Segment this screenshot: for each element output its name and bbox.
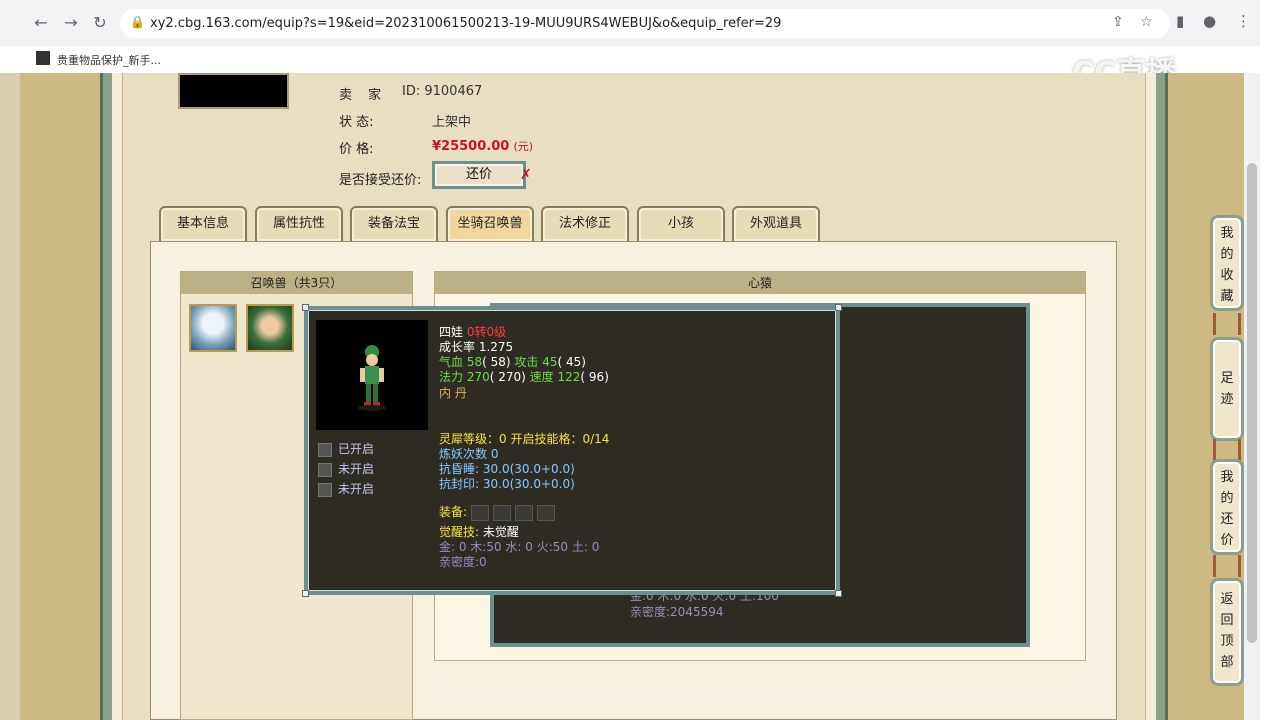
- equip-slot-icon[interactable]: [514, 504, 533, 521]
- tab-attributes[interactable]: 属性抗性: [255, 206, 343, 241]
- resist-seal: 抗封印: 30.0(30.0+0.0): [439, 477, 575, 491]
- corner-ornament: [835, 304, 842, 311]
- mp-spd-row: 法力 270( 270) 速度 122( 96): [439, 370, 609, 384]
- side-nav-separator: [1213, 555, 1241, 577]
- skill-slot-row: 已开启: [318, 440, 374, 457]
- url-text[interactable]: xy2.cbg.163.com/equip?s=19&eid=202310061…: [150, 16, 781, 31]
- background-intimacy: 亲密度:2045594: [630, 605, 724, 619]
- cursor-marker-icon: ✗: [520, 167, 532, 183]
- intimacy-row: 亲密度:0: [439, 555, 487, 569]
- forward-icon[interactable]: →: [60, 12, 82, 34]
- corner-ornament: [302, 304, 309, 311]
- equip-slot-icon[interactable]: [492, 504, 511, 521]
- summon-avatar[interactable]: [189, 304, 237, 352]
- footprints-button[interactable]: 足迹: [1210, 337, 1244, 441]
- skill-slot-row: 未开启: [318, 480, 374, 497]
- summon-name: 四娃: [439, 325, 464, 339]
- address-bar[interactable]: 🔒 xy2.cbg.163.com/equip?s=19&eid=2023100…: [120, 9, 1170, 38]
- counter-offer-label: 是否接受还价:: [339, 173, 422, 188]
- seller-value: ID: 9100467: [402, 84, 483, 99]
- corner-ornament: [835, 590, 842, 597]
- status-value: 上架中: [432, 115, 472, 130]
- counter-offer-button[interactable]: 还价: [432, 161, 526, 189]
- profile-icon[interactable]: ●: [1203, 12, 1216, 30]
- bookmark-item[interactable]: 贵重物品保护_新手...: [57, 52, 161, 68]
- equipment-row: 装备:: [439, 503, 559, 521]
- tab-appearance[interactable]: 外观道具: [732, 206, 820, 241]
- scroll-thumb[interactable]: [1247, 163, 1257, 643]
- neidan-label: 内 丹: [439, 386, 467, 400]
- tab-mount-summon[interactable]: 坐骑召唤兽: [446, 206, 534, 241]
- browser-navbar: ← → ↻ 🔒 xy2.cbg.163.com/equip?s=19&eid=2…: [0, 0, 1280, 46]
- price-value-wrap: ¥25500.00 (元): [432, 138, 533, 154]
- tab-child[interactable]: 小孩: [637, 206, 725, 241]
- side-nav-separator: [1213, 439, 1241, 461]
- summon-list-title: 召唤兽（共3只）: [181, 272, 412, 294]
- price-value: ¥25500.00: [432, 139, 510, 154]
- equip-slot-icon[interactable]: [536, 504, 555, 521]
- reload-icon[interactable]: ↻: [89, 12, 111, 34]
- skill-slot-row: 未开启: [318, 460, 374, 477]
- equip-slot-icon[interactable]: [470, 504, 489, 521]
- menu-icon[interactable]: ⋮: [1236, 12, 1251, 30]
- bookmark-favicon-icon: [36, 51, 50, 65]
- summon-avatar[interactable]: [246, 304, 294, 352]
- page-scrollbar[interactable]: [1244, 73, 1260, 720]
- side-panel-icon[interactable]: ▮: [1176, 12, 1184, 30]
- character-thumbnail: [178, 73, 289, 109]
- left-decoration: [20, 73, 105, 720]
- share-icon[interactable]: ⇪: [1112, 14, 1124, 30]
- tab-spell-mod[interactable]: 法术修正: [541, 206, 629, 241]
- left-border: [100, 73, 112, 720]
- tab-equipment[interactable]: 装备法宝: [350, 206, 438, 241]
- lock-icon[interactable]: 🔒: [130, 15, 145, 29]
- corner-ornament: [302, 590, 309, 597]
- summon-detail-title: 心猿: [435, 272, 1085, 294]
- page-content: 卖 家 ID: 9100467 状 态: 上架中 价 格: ¥25500.00 …: [0, 73, 1260, 720]
- status-label: 状 态:: [339, 115, 374, 130]
- price-label: 价 格:: [339, 142, 374, 157]
- back-to-top-button[interactable]: 返回顶部: [1210, 578, 1244, 686]
- summon-level: 0转0级: [466, 325, 507, 339]
- summon-figure-icon: [358, 345, 386, 411]
- tab-basic-info[interactable]: 基本信息: [159, 206, 247, 241]
- back-icon[interactable]: ←: [30, 12, 52, 34]
- side-nav-separator: [1213, 313, 1241, 335]
- seller-label: 卖 家: [339, 88, 388, 103]
- right-border: [1156, 73, 1168, 720]
- summon-portrait: [316, 320, 428, 430]
- slot-box-icon: [318, 442, 332, 457]
- my-favorites-button[interactable]: 我的收藏: [1210, 215, 1244, 311]
- my-counter-offers-button[interactable]: 我的还价: [1210, 459, 1244, 555]
- summon-tooltip: 已开启 未开启 未开启 四娃 0转0级 成长率 1.275 气血 58( 58)…: [302, 304, 842, 597]
- slot-box-icon: [318, 482, 332, 497]
- price-unit: (元): [513, 140, 534, 153]
- bookmark-star-icon[interactable]: ☆: [1140, 14, 1153, 30]
- slot-box-icon: [318, 462, 332, 477]
- adjacent-window-edge: [1260, 0, 1280, 720]
